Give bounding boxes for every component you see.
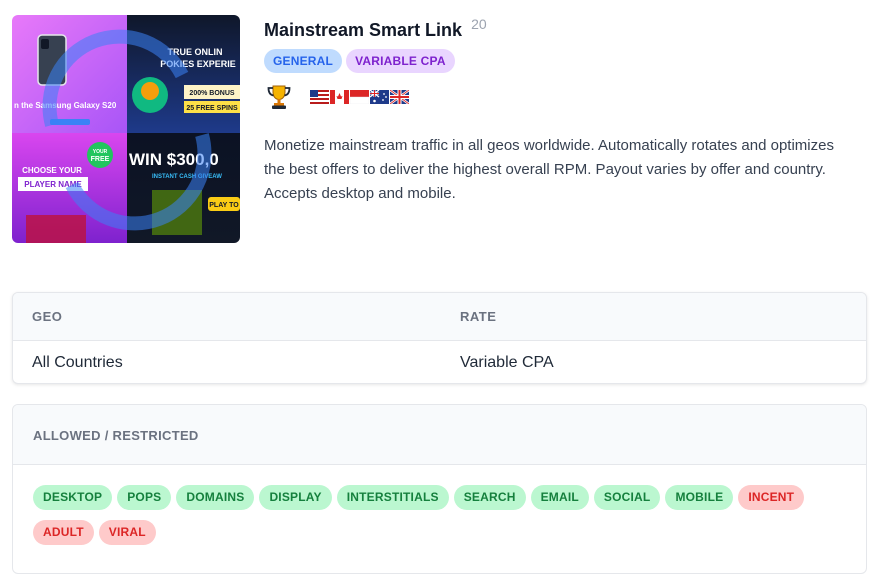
traffic-pill-incent: INCENT xyxy=(738,485,805,510)
allowed-restricted-title: ALLOWED / RESTRICTED xyxy=(33,428,199,443)
thumb-tile-3-badge-2: FREE xyxy=(91,156,110,163)
id-flag-icon xyxy=(350,90,369,104)
traffic-pill-adult: ADULT xyxy=(33,520,94,545)
thumb-tile-4-button: PLAY TO xyxy=(209,202,239,209)
au-flag-icon xyxy=(370,90,389,104)
geo-flags xyxy=(310,90,409,104)
geo-column-header: GEO xyxy=(32,309,63,324)
allowed-restricted-card: ALLOWED / RESTRICTED DESKTOP POPS DOMAIN… xyxy=(12,404,867,574)
trophy-icon xyxy=(267,85,291,109)
thumb-tile-1-text: n the Samsung Galaxy S20 xyxy=(14,101,117,110)
offer-description: Monetize mainstream traffic in all geos … xyxy=(264,137,834,202)
traffic-pill-viral: VIRAL xyxy=(98,520,156,545)
ca-flag-icon xyxy=(330,90,349,104)
thumb-tile-2-bonus: 200% BONUS xyxy=(189,90,234,97)
offer-id: 20 xyxy=(471,16,487,32)
offer-thumbnail: n the Samsung Galaxy S20 TRUE ONLIN POKI… xyxy=(12,15,240,243)
rate-table: GEO RATE All Countries Variable CPA xyxy=(12,292,867,384)
traffic-pill-display: DISPLAY xyxy=(259,485,332,510)
traffic-pill-search: SEARCH xyxy=(453,485,526,510)
thumb-tile-3-badge-1: YOUR xyxy=(93,149,108,155)
traffic-pill-interstitials: INTERSTITIALS xyxy=(336,485,449,510)
traffic-type-list: DESKTOP POPS DOMAINS DISPLAY INTERSTITIA… xyxy=(33,485,853,545)
traffic-pill-domains: DOMAINS xyxy=(176,485,255,510)
geo-cell: All Countries xyxy=(32,354,123,371)
gb-flag-icon xyxy=(390,90,409,104)
offer-icon-row xyxy=(265,83,409,111)
allowed-restricted-header: ALLOWED / RESTRICTED xyxy=(13,405,866,465)
offer-title: Mainstream Smart Link xyxy=(264,20,463,40)
us-flag-icon xyxy=(310,90,329,104)
traffic-pill-social: SOCIAL xyxy=(593,485,661,510)
rate-table-header: GEO RATE xyxy=(13,293,866,341)
traffic-pill-email: EMAIL xyxy=(530,485,589,510)
tag-variable-cpa: VARIABLE CPA xyxy=(346,49,455,73)
rate-cell: Variable CPA xyxy=(460,354,554,371)
rate-column-header: RATE xyxy=(460,309,497,324)
thumb-tile-3-line-1: CHOOSE YOUR xyxy=(22,166,82,175)
offer-tags: GENERAL VARIABLE CPA xyxy=(264,49,455,73)
traffic-pill-mobile: MOBILE xyxy=(665,485,734,510)
offer-title-row: Mainstream Smart Link 20 xyxy=(264,14,487,46)
tag-general: GENERAL xyxy=(264,49,343,73)
table-row: All Countries Variable CPA xyxy=(13,341,866,383)
thumb-tile-4-sub: INSTANT CASH GIVEAW xyxy=(152,174,222,180)
traffic-pill-desktop: DESKTOP xyxy=(33,485,113,510)
traffic-pill-pops: POPS xyxy=(117,485,172,510)
thumb-tile-2-spins: 25 FREE SPINS xyxy=(186,105,238,112)
